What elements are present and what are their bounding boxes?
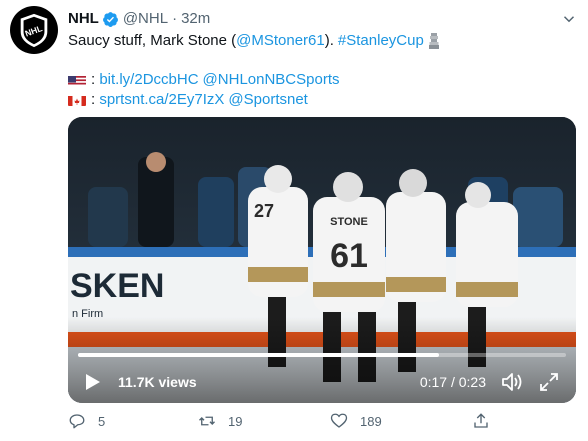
tweet-text-close: ). [324, 32, 334, 49]
fullscreen-icon[interactable] [538, 371, 560, 393]
mention-link[interactable]: @MStoner61 [236, 31, 325, 51]
jersey-name: STONE [330, 216, 368, 228]
tweet-actions: 5 19 189 [68, 412, 578, 436]
stanley-cup-icon [428, 33, 439, 49]
like-button[interactable]: 189 [330, 412, 382, 430]
like-count: 189 [360, 413, 382, 429]
retweet-button[interactable]: 19 [198, 412, 242, 430]
video-progress-fill [78, 353, 440, 357]
tweet-text-line-us: : bit.ly/2DccbHC @NHLonNBCSports [68, 70, 578, 90]
verified-badge-icon [102, 11, 118, 27]
canada-flag-icon [68, 94, 86, 106]
video-progress-bar[interactable] [78, 353, 566, 357]
ca-colon: : [91, 91, 100, 108]
reply-button[interactable]: 5 [68, 412, 105, 430]
ca-short-link[interactable]: sprtsnt.ca/2Ey7IzX [99, 90, 224, 110]
nhl-logo-icon: NHL [20, 13, 48, 48]
separator: · [172, 10, 178, 27]
tweet-header: NHL @NHL · 32m [68, 9, 210, 29]
video-time: 0:17 / 0:23 [419, 374, 486, 390]
chevron-down-icon[interactable] [560, 10, 578, 28]
display-name[interactable]: NHL [68, 9, 99, 29]
share-icon [474, 413, 488, 428]
us-colon: : [91, 71, 100, 88]
retweet-count: 19 [228, 413, 243, 429]
us-flag-icon [68, 74, 86, 86]
banner-text: SKEN [70, 267, 164, 305]
share-button[interactable] [472, 412, 502, 430]
reply-count: 5 [98, 413, 106, 429]
tweet-text-line-ca: : sprtsnt.ca/2Ey7IzX @Sportsnet [68, 90, 578, 110]
user-handle[interactable]: @NHL [123, 9, 168, 29]
avatar[interactable]: NHL [10, 6, 58, 54]
us-mention-link[interactable]: @NHLonNBCSports [203, 70, 340, 90]
play-icon[interactable] [82, 372, 102, 392]
video-player[interactable]: SKEN n Firm STONE 61 27 11.7K views 0:17… [68, 117, 576, 403]
reply-icon [69, 414, 85, 429]
jersey-number: 61 [330, 237, 368, 275]
tweet-text-line-1: Saucy stuff, Mark Stone ( @MStoner61 ). … [68, 31, 578, 51]
video-controls: 11.7K views 0:17 / 0:23 [68, 359, 576, 403]
tweet[interactable]: NHL NHL @NHL · 32m Saucy stuff, Mark Sto… [0, 0, 588, 441]
tweet-text: Saucy stuff, Mark Stone ( @MStoner61 ). … [68, 31, 578, 110]
hashtag-link[interactable]: #StanleyCup [338, 31, 424, 51]
tweet-text-body: Saucy stuff, Mark Stone ( [68, 32, 237, 49]
heart-icon [330, 413, 348, 428]
jersey-number-2: 27 [254, 201, 274, 221]
view-count: 11.7K views [118, 374, 197, 390]
us-short-link[interactable]: bit.ly/2DccbHC [99, 70, 198, 90]
timestamp[interactable]: 32m [181, 9, 210, 29]
volume-icon[interactable] [500, 371, 524, 393]
retweet-icon [199, 416, 215, 426]
ca-mention-link[interactable]: @Sportsnet [228, 90, 307, 110]
